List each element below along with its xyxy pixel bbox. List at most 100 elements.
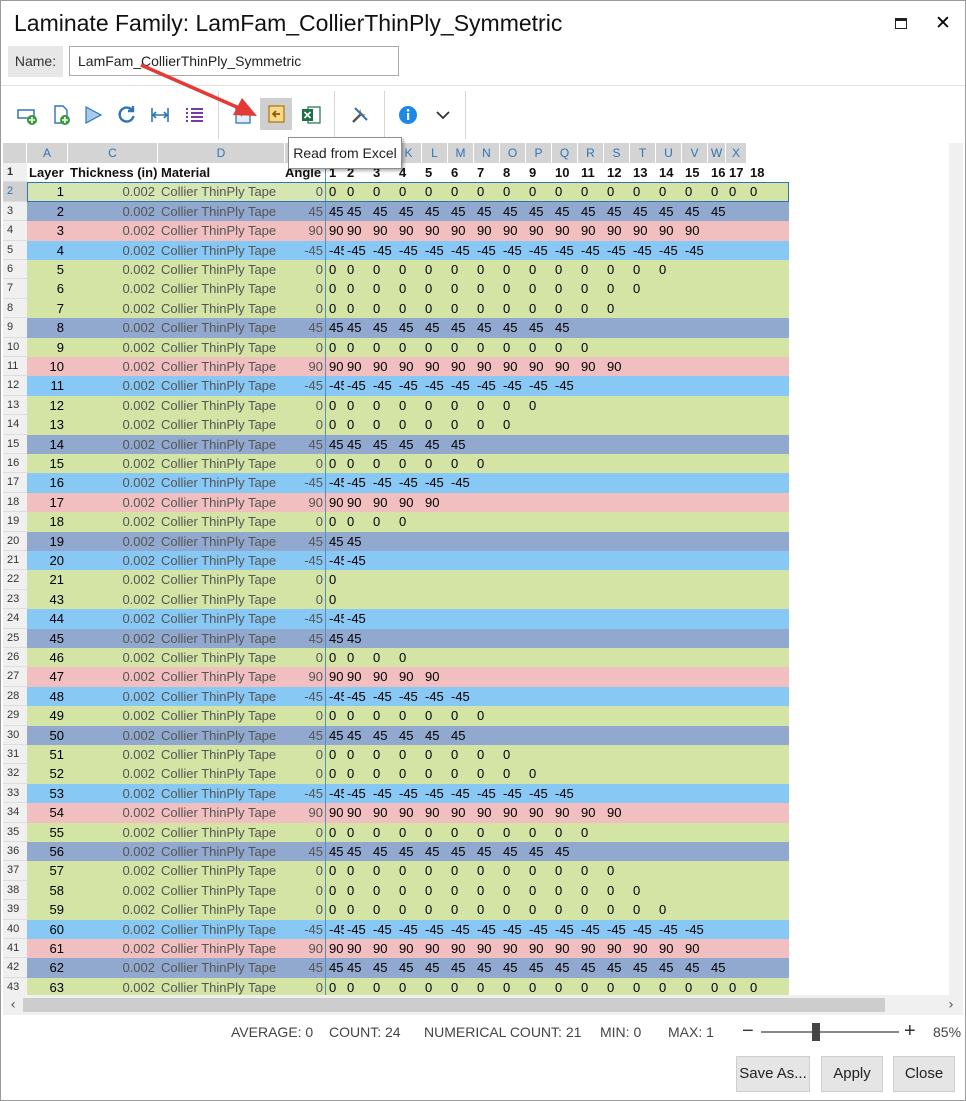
sequence-cell[interactable]: 90 [370,939,396,958]
angle-cell[interactable]: -45 [285,783,326,804]
sequence-cell[interactable]: -45 [448,241,474,260]
material-cell[interactable]: Collier ThinPly Tape [158,182,285,202]
sequence-cell[interactable]: 45 [396,842,422,861]
sequence-cell[interactable]: -45 [682,920,708,939]
sequence-cell[interactable]: -45 [422,687,448,706]
row-number[interactable]: 16 [3,454,27,474]
row-number[interactable]: 7 [3,279,27,299]
sequence-cell[interactable]: -45 [326,241,344,260]
row-number[interactable]: 36 [3,842,27,862]
sequence-cell[interactable]: -45 [474,376,500,395]
sequence-cell[interactable]: 90 [396,221,422,240]
angle-cell[interactable]: 0 [285,415,326,435]
sequence-cell[interactable]: 90 [578,357,604,376]
sequence-cell[interactable]: 0 [370,900,396,919]
layer-cell[interactable]: 56 [27,842,68,862]
column-letter-header[interactable]: S [604,143,630,163]
sequence-cell[interactable]: -45 [396,687,422,706]
sequence-cell[interactable]: 0 [500,861,526,880]
sequence-cell[interactable]: -45 [500,784,526,803]
save-as-button[interactable]: Save As... [736,1056,810,1092]
sequence-cell[interactable]: 0 [344,706,370,725]
layer-cell[interactable]: 20 [27,551,68,571]
layer-cell[interactable]: 52 [27,764,68,784]
layer-cell[interactable]: 9 [27,337,68,357]
sequence-cell[interactable]: -45 [370,784,396,803]
sequence-cell[interactable]: 0 [396,764,422,783]
sequence-cell[interactable]: 0 [526,881,552,900]
sequence-cell[interactable]: 90 [370,357,396,376]
sequence-cell[interactable]: 0 [474,182,500,201]
sequence-cell[interactable]: -45 [396,920,422,939]
layer-cell[interactable]: 10 [27,357,68,377]
sequence-cell[interactable]: 0 [474,706,500,725]
sequence-cell[interactable]: 0 [578,978,604,995]
layer-cell[interactable]: 57 [27,861,68,881]
thickness-cell[interactable]: 0.002 [68,201,158,222]
sequence-cell[interactable]: 90 [422,939,448,958]
sequence-cell[interactable]: 0 [630,881,656,900]
layer-cell[interactable]: 16 [27,473,68,493]
sequence-cell[interactable]: 0 [326,978,344,995]
sequence-cell[interactable]: 0 [448,861,474,880]
row-number[interactable]: 30 [3,725,27,745]
sequence-cell[interactable]: 0 [396,745,422,764]
sequence-cell[interactable]: 0 [474,454,500,473]
material-cell[interactable]: Collier ThinPly Tape [158,415,285,435]
sequence-cell[interactable]: 45 [344,318,370,337]
sequence-cell[interactable]: 0 [526,299,552,318]
material-cell[interactable]: Collier ThinPly Tape [158,958,285,978]
sequence-cell[interactable]: 0 [344,299,370,318]
sequence-cell[interactable]: 90 [656,221,682,240]
scroll-right-icon[interactable]: › [941,995,961,1015]
sequence-cell[interactable]: 0 [396,260,422,279]
excel-button[interactable] [297,101,325,129]
sequence-cell[interactable]: 0 [630,900,656,919]
material-cell[interactable]: Collier ThinPly Tape [158,531,285,551]
thickness-cell[interactable]: 0.002 [68,900,158,920]
sequence-cell[interactable]: -45 [526,920,552,939]
sequence-cell[interactable]: -45 [526,784,552,803]
thickness-cell[interactable]: 0.002 [68,376,158,396]
sequence-cell[interactable]: 45 [448,202,474,221]
row-number[interactable]: 18 [3,492,27,513]
angle-cell[interactable]: 90 [285,492,326,513]
sequence-cell[interactable]: 0 [422,454,448,473]
column-letter-header[interactable]: R [578,143,604,163]
layer-cell[interactable]: 1 [27,182,68,202]
sequence-cell[interactable]: 0 [370,279,396,298]
sequence-cell[interactable]: 90 [578,221,604,240]
sequence-cell[interactable]: 45 [448,958,474,977]
sequence-cell[interactable]: 0 [326,648,344,667]
angle-cell[interactable]: 0 [285,706,326,726]
layer-cell[interactable]: 6 [27,279,68,299]
sequence-cell[interactable]: 45 [326,958,344,977]
sequence-cell[interactable]: -45 [326,473,344,492]
sequence-cell[interactable]: 90 [474,357,500,376]
sequence-cell[interactable]: 0 [344,881,370,900]
sequence-cell[interactable]: 0 [500,900,526,919]
sequence-cell[interactable]: 0 [326,182,344,201]
sequence-cell[interactable]: 45 [344,842,370,861]
thickness-cell[interactable]: 0.002 [68,570,158,590]
material-cell[interactable]: Collier ThinPly Tape [158,240,285,260]
sequence-cell[interactable]: 0 [474,299,500,318]
sequence-cell[interactable]: 45 [448,435,474,454]
layer-cell[interactable]: 2 [27,201,68,222]
angle-cell[interactable]: 45 [285,628,326,648]
sequence-cell[interactable]: 0 [326,590,344,609]
sequence-cell[interactable]: 90 [448,221,474,240]
sequence-column-header[interactable]: 6 [448,163,474,183]
angle-cell[interactable]: 45 [285,958,326,978]
row-number[interactable]: 39 [3,900,27,920]
sequence-cell[interactable]: 0 [326,900,344,919]
row-number[interactable]: 1 [3,163,27,183]
material-cell[interactable]: Collier ThinPly Tape [158,260,285,280]
sequence-cell[interactable]: 45 [682,202,708,221]
row-number[interactable]: 41 [3,939,27,959]
sequence-cell[interactable]: 45 [396,202,422,221]
row-number[interactable]: 31 [3,745,27,765]
thickness-cell[interactable]: 0.002 [68,706,158,726]
sequence-cell[interactable]: 45 [474,202,500,221]
sequence-cell[interactable]: -45 [474,241,500,260]
